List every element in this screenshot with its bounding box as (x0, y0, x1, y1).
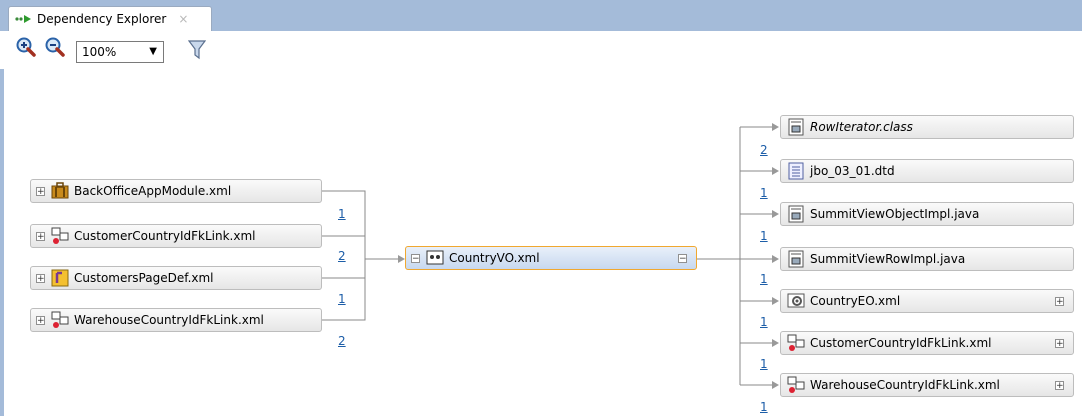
expand-icon[interactable]: + (36, 231, 45, 241)
dependency-node-warehouse-link[interactable]: WarehouseCountryIdFkLink.xml + (780, 373, 1074, 397)
expand-icon[interactable]: + (36, 273, 45, 283)
dependency-node-countryeo[interactable]: CountryEO.xml + (780, 289, 1074, 313)
usage-count-link[interactable]: 1 (338, 292, 346, 306)
center-node-countryvo[interactable]: − CountryVO.xml − (405, 246, 697, 270)
dependent-node-customer-link[interactable]: + CustomerCountryIdFkLink.xml (30, 224, 322, 248)
view-link-icon (51, 311, 69, 328)
page-def-icon (51, 269, 69, 287)
node-label: CustomerCountryIdFkLink.xml (810, 336, 992, 350)
usage-count-link[interactable]: 1 (760, 186, 768, 200)
dtd-file-icon (788, 162, 804, 180)
expand-icon[interactable]: + (36, 315, 45, 325)
java-file-icon (788, 205, 804, 223)
node-label: CountryVO.xml (449, 251, 540, 265)
node-label: RowIterator.class (810, 120, 913, 134)
collapse-icon[interactable]: − (678, 254, 687, 264)
usage-count-link[interactable]: 1 (338, 207, 346, 221)
expand-icon[interactable]: + (1055, 381, 1064, 391)
usage-count-link[interactable]: 1 (760, 229, 768, 243)
node-label: CustomerCountryIdFkLink.xml (74, 229, 256, 243)
node-label: BackOfficeAppModule.xml (74, 184, 232, 198)
dependent-node-warehouse-link[interactable]: + WarehouseCountryIdFkLink.xml (30, 308, 322, 332)
expand-icon[interactable]: + (1055, 297, 1064, 307)
dependency-node-rowiterator[interactable]: RowIterator.class (780, 115, 1074, 139)
dependency-node-viewobjectimpl[interactable]: SummitViewObjectImpl.java (780, 202, 1074, 226)
node-label: jbo_03_01.dtd (810, 164, 895, 178)
node-label: WarehouseCountryIdFkLink.xml (74, 313, 264, 327)
usage-count-link[interactable]: 2 (338, 334, 346, 348)
dependency-node-viewrowimpl[interactable]: SummitViewRowImpl.java (780, 247, 1074, 271)
node-label: SummitViewObjectImpl.java (810, 207, 980, 221)
dependency-node-dtd[interactable]: jbo_03_01.dtd (780, 159, 1074, 183)
app-module-icon (51, 182, 69, 199)
dependent-node-backoffice[interactable]: + BackOfficeAppModule.xml (30, 179, 322, 203)
usage-count-link[interactable]: 2 (338, 249, 346, 263)
view-link-icon (787, 376, 805, 393)
node-label: CountryEO.xml (810, 294, 901, 308)
entity-object-icon (787, 293, 805, 308)
view-link-icon (787, 334, 805, 351)
dependent-node-pagedef[interactable]: + CustomersPageDef.xml (30, 266, 322, 290)
expand-icon[interactable]: + (1055, 339, 1064, 349)
expand-icon[interactable]: + (36, 186, 45, 196)
dependency-node-customer-link[interactable]: CustomerCountryIdFkLink.xml + (780, 331, 1074, 355)
view-object-icon (426, 250, 444, 265)
usage-count-link[interactable]: 1 (760, 272, 768, 286)
class-file-icon (788, 118, 804, 136)
view-link-icon (51, 227, 69, 244)
node-label: WarehouseCountryIdFkLink.xml (810, 378, 1000, 392)
node-label: SummitViewRowImpl.java (810, 252, 966, 266)
java-file-icon (788, 250, 804, 268)
collapse-icon[interactable]: − (411, 253, 420, 263)
usage-count-link[interactable]: 1 (760, 315, 768, 329)
usage-count-link[interactable]: 1 (760, 357, 768, 371)
usage-count-link[interactable]: 1 (760, 400, 768, 414)
node-label: CustomersPageDef.xml (74, 271, 214, 285)
usage-count-link[interactable]: 2 (760, 143, 768, 157)
